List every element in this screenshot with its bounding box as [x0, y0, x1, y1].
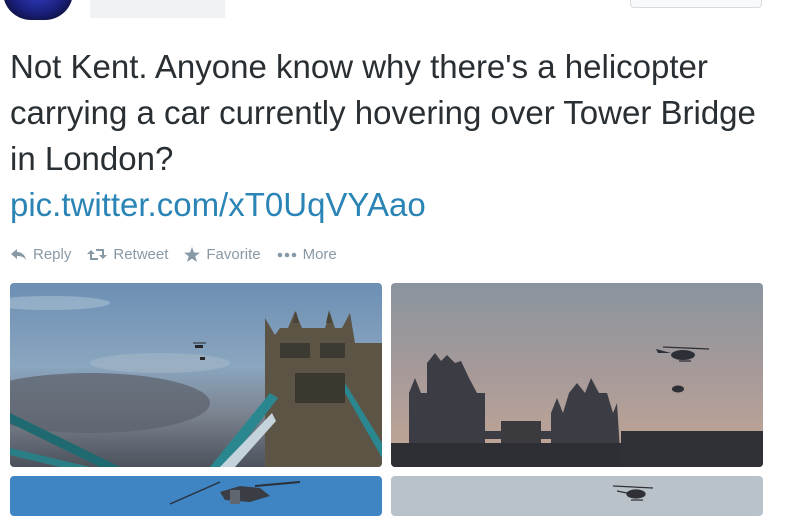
user-avatar[interactable]: [3, 0, 73, 20]
retweet-button[interactable]: Retweet: [87, 246, 168, 263]
retweet-icon: [87, 249, 108, 260]
retweet-label: Retweet: [113, 246, 169, 263]
favorite-label: Favorite: [206, 246, 261, 263]
reply-button[interactable]: Reply: [10, 246, 71, 263]
more-label: More: [302, 246, 337, 263]
star-icon: [184, 247, 201, 262]
tweet-photo-1[interactable]: [10, 283, 382, 467]
more-button[interactable]: More: [277, 246, 337, 263]
tweet-photo-2[interactable]: [391, 283, 763, 467]
tweet-body: Not Kent. Anyone know why there's a heli…: [10, 44, 770, 228]
reply-icon: [11, 249, 26, 260]
tweet-photo-link[interactable]: pic.twitter.com/xT0UqVYAao: [10, 182, 770, 228]
follow-button[interactable]: [630, 0, 762, 8]
favorite-button[interactable]: Favorite: [184, 246, 261, 263]
user-name-area[interactable]: [90, 0, 225, 18]
reply-label: Reply: [33, 246, 72, 263]
tweet-actions: Reply Retweet Favorite More: [10, 246, 353, 263]
more-dots-icon: [277, 252, 296, 257]
tweet-photo-3[interactable]: [10, 476, 382, 516]
tweet-text: Not Kent. Anyone know why there's a heli…: [10, 48, 756, 177]
tweet-photo-4[interactable]: [391, 476, 763, 516]
